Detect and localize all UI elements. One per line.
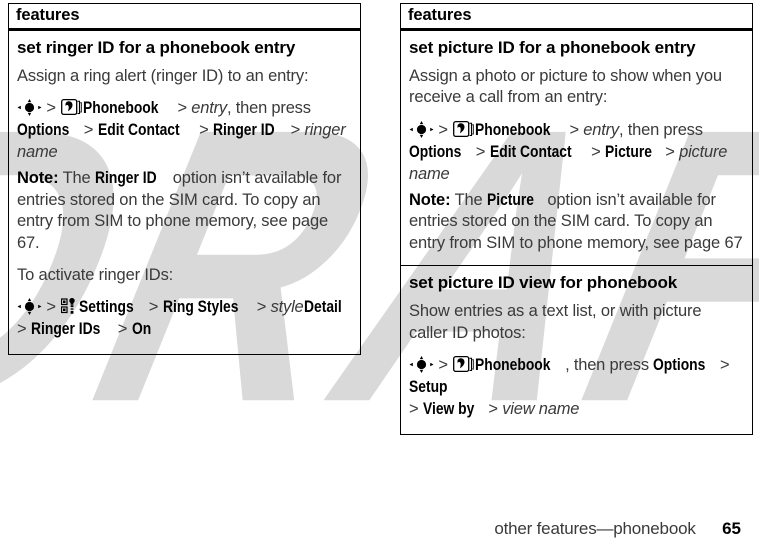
placeholder-value: view name [502, 399, 580, 418]
placeholder-value: entry [191, 99, 227, 118]
feature-row: set picture ID for a phonebook entry Assi… [401, 30, 753, 266]
menu-item-label: Setup [409, 377, 448, 396]
feature-title: set picture ID view for phonebook [409, 273, 678, 293]
menu-item-label: Options [17, 121, 70, 140]
note-label: Note: [17, 169, 59, 188]
path-separator: > [17, 320, 31, 339]
path-separator: > [194, 121, 213, 140]
menu-item-label: Ringer ID [212, 121, 275, 140]
menu-item-label: Phonebook [83, 99, 159, 118]
phonebook-icon [453, 355, 474, 373]
menu-item-label: Settings [79, 298, 134, 317]
menu-path: > Phonebook > entry, then press Options >… [17, 98, 352, 164]
phonebook-icon [61, 98, 82, 116]
path-separator: > [434, 120, 453, 139]
note-label: Note: [409, 190, 451, 209]
menu-path: > Phonebook, then press Options > Setup … [409, 355, 744, 421]
path-separator: > [483, 399, 503, 418]
features-table: features set picture ID for a phonebook e… [400, 3, 753, 435]
navigation-key-icon [17, 298, 42, 316]
menu-item-label: Ringer IDs [30, 320, 101, 339]
feature-row: set ringer ID for a phonebook entry Assig… [9, 30, 361, 355]
path-separator: > [565, 120, 584, 139]
path-separator: > [79, 121, 98, 140]
body-paragraph: Assign a ring alert (ringer ID) to an en… [17, 67, 309, 86]
note-paragraph: Note: The Picture option isn’t available… [409, 190, 744, 254]
menu-item-label: On [131, 320, 151, 339]
inline-text: , then press [226, 99, 311, 118]
feature-row: set picture ID view for phonebook Show en… [400, 265, 753, 435]
note-paragraph: Note: The Ringer ID option isn’t availab… [17, 168, 352, 254]
menu-item-label: Edit Contact [489, 142, 572, 161]
placeholder-value: entry [583, 120, 619, 139]
features-table-header-row: features [8, 3, 361, 31]
menu-item-label: Detail [303, 298, 342, 317]
inline-text: , then press [565, 355, 654, 374]
menu-item-label: Options [653, 355, 706, 374]
page-footer: other features—phonebook 65 [0, 519, 741, 539]
path-separator: > [660, 142, 680, 161]
menu-item-label: Picture [486, 190, 534, 209]
phonebook-icon [453, 120, 474, 138]
features-table: features set ringer ID for a phonebook en… [8, 3, 361, 356]
body-paragraph: Show entries as a text list, or with pic… [409, 302, 702, 342]
path-separator: > [471, 142, 490, 161]
path-separator: > [113, 320, 132, 339]
inline-text: The [62, 169, 95, 188]
feature-title: set picture ID for a phonebook entry [409, 38, 696, 57]
body-paragraph: To activate ringer IDs: [17, 266, 174, 285]
placeholder-value: style [270, 298, 304, 317]
menu-item-label: Ringer ID [94, 169, 157, 188]
features-table-header-row: features [400, 3, 753, 31]
navigation-key-icon [17, 99, 42, 117]
path-separator: > [409, 399, 423, 418]
footer-page-number: 65 [722, 519, 741, 538]
features-table-header-label: features [16, 6, 80, 24]
navigation-key-icon [409, 355, 434, 373]
path-separator: > [286, 121, 305, 140]
body-paragraph: Assign a photo or picture to show when y… [409, 67, 722, 107]
path-separator: > [144, 298, 163, 317]
path-separator: > [173, 99, 192, 118]
menu-item-label: Options [409, 142, 462, 161]
features-column-left: features set ringer ID for a phonebook en… [8, 3, 361, 356]
path-separator: > [715, 355, 730, 374]
features-table-header-label: features [408, 6, 472, 24]
path-separator: > [586, 142, 605, 161]
menu-item-label: Phonebook [475, 120, 551, 139]
menu-item-label: View by [422, 399, 475, 418]
inline-text: The [454, 190, 487, 209]
settings-icon [61, 297, 78, 315]
navigation-key-icon [409, 120, 434, 138]
features-column-right: features set picture ID for a phonebook e… [400, 3, 753, 435]
path-separator: > [252, 298, 271, 317]
menu-path: > Settings > Ring Styles > styleDetail >… [17, 297, 352, 341]
path-separator: > [434, 355, 453, 374]
feature-title: set ringer ID for a phonebook entry [17, 38, 296, 57]
path-separator: > [42, 298, 61, 317]
menu-item-label: Ring Styles [162, 298, 239, 317]
menu-item-label: Edit Contact [97, 121, 180, 140]
path-separator: > [42, 99, 61, 118]
menu-path: > Phonebook > entry, then press Options >… [409, 120, 744, 186]
footer-section-label: other features—phonebook [494, 519, 696, 538]
menu-item-label: Picture [604, 142, 652, 161]
menu-item-label: Phonebook [475, 355, 551, 374]
inline-text: , then press [618, 120, 703, 139]
manual-page: features set ringer ID for a phonebook en… [0, 0, 759, 547]
